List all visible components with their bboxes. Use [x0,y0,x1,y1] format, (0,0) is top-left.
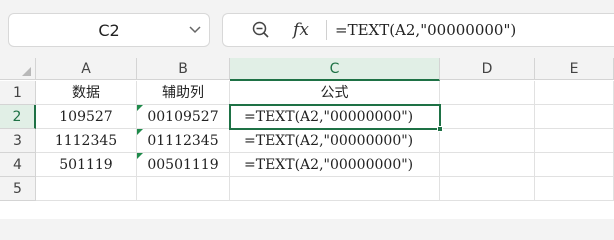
cell-d4[interactable] [440,153,535,177]
cell-d3[interactable] [440,129,535,153]
cell-d1[interactable] [440,81,535,105]
row-header-3[interactable]: 3 [0,129,36,153]
formula-bar-content[interactable]: =TEXT(A2,"00000000") [335,21,516,39]
column-header-c[interactable]: C [230,58,440,81]
column-header-e[interactable]: E [535,58,614,80]
row-header-1[interactable]: 1 [0,81,36,105]
row-header-5[interactable]: 5 [0,177,36,201]
cell-a3[interactable]: 1112345 [36,129,137,153]
cell-a5[interactable] [36,177,137,201]
cell-b3[interactable]: 01112345 [137,129,230,153]
cell-e4[interactable] [535,153,614,177]
text-number-flag-icon [137,153,143,159]
cell-e2[interactable] [535,105,614,129]
name-box-value[interactable]: C2 [9,21,181,40]
cell-a4[interactable]: 501119 [36,153,137,177]
formula-bar[interactable]: fx =TEXT(A2,"00000000") [222,13,614,47]
cell-d2[interactable] [440,105,535,129]
spreadsheet-grid: A B C D E 1 2 3 4 5 数据 辅助列 公式 109527 001… [0,58,614,219]
cell-e5[interactable] [535,177,614,201]
column-header-row: A B C D E [0,58,614,81]
cell-e3[interactable] [535,129,614,153]
insert-function-button[interactable]: fx [289,20,313,40]
column-header-d[interactable]: D [440,58,535,80]
cell-b4[interactable]: 00501119 [137,153,230,177]
formula-toolbar: C2 fx =TEXT(A2,"00000000") [0,0,614,58]
zoom-icon[interactable] [249,18,273,42]
text-number-flag-icon [137,105,143,111]
column-header-b[interactable]: B [137,58,230,80]
cell-d5[interactable] [440,177,535,201]
name-box[interactable]: C2 [8,13,210,47]
formula-bar-separator [326,20,327,40]
select-all-icon [22,67,31,76]
cell-c5[interactable] [230,177,440,201]
cell-b2-value: 00109527 [147,109,219,125]
cell-b3-value: 01112345 [147,133,219,149]
row-header-2[interactable]: 2 [0,105,36,129]
chevron-down-icon[interactable] [181,13,209,47]
cell-c2[interactable]: =TEXT(A2,"00000000") [230,105,440,129]
cell-c4[interactable]: =TEXT(A2,"00000000") [230,153,440,177]
cell-c3[interactable]: =TEXT(A2,"00000000") [230,129,440,153]
cell-b4-value: 00501119 [147,157,219,173]
cell-a2[interactable]: 109527 [36,105,137,129]
cell-e1[interactable] [535,81,614,105]
text-number-flag-icon [137,129,143,135]
cell-b1[interactable]: 辅助列 [137,81,230,105]
select-all-corner[interactable] [0,58,36,80]
cell-a1[interactable]: 数据 [36,81,137,105]
cell-c1[interactable]: 公式 [230,81,440,105]
column-header-a[interactable]: A [36,58,137,80]
cell-b5[interactable] [137,177,230,201]
row-header-4[interactable]: 4 [0,153,36,177]
cell-b2[interactable]: 00109527 [137,105,230,129]
